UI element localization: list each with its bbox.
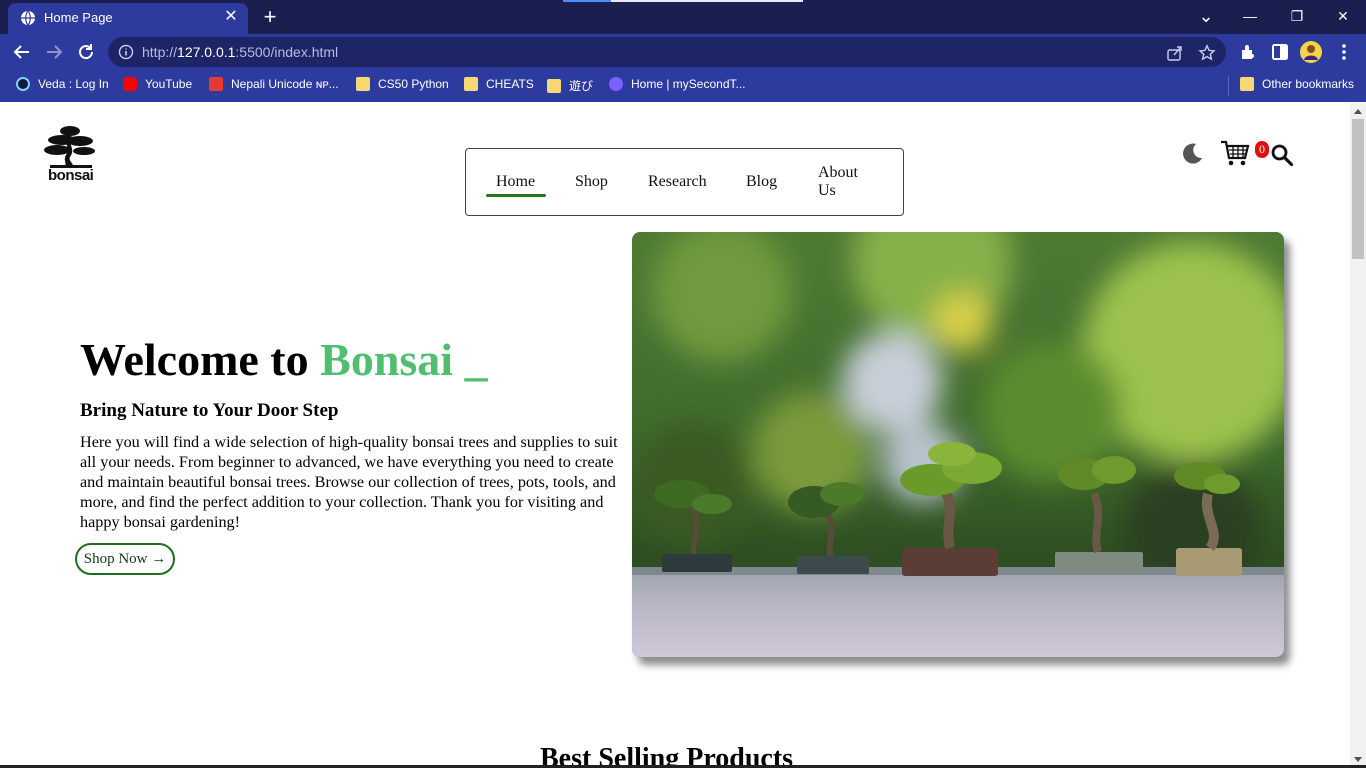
page-scrollbar[interactable] — [1350, 103, 1366, 768]
side-panel-icon[interactable] — [1270, 42, 1290, 62]
nav-blog[interactable]: Blog — [746, 173, 777, 191]
bookmark-youtube[interactable]: YouTube — [123, 77, 192, 95]
nav-home[interactable]: Home — [496, 173, 535, 191]
site-icon — [609, 77, 623, 91]
url-text[interactable]: http://127.0.0.1:5500/index.html — [142, 44, 338, 60]
bonsai-photo — [632, 232, 1284, 657]
folder-icon — [547, 79, 561, 93]
bonsai-tree-icon — [44, 126, 95, 168]
nav-shop[interactable]: Shop — [575, 173, 608, 191]
bookmark-nepali-unicode[interactable]: Nepali Unicode ɴᴘ... — [209, 77, 339, 95]
nav-about-us[interactable]: About Us — [818, 164, 866, 200]
cart-count-badge: 0 — [1255, 141, 1269, 158]
tab-loading-bar — [563, 0, 803, 2]
kebab-menu-icon[interactable] — [1334, 42, 1354, 62]
scroll-up-arrow-icon[interactable] — [1354, 109, 1362, 114]
hero-description: Here you will find a wide selection of h… — [80, 433, 618, 531]
forward-arrow-icon[interactable] — [42, 40, 66, 64]
other-bookmarks[interactable]: Other bookmarks — [1240, 77, 1354, 95]
nepali-unicode-icon — [209, 77, 223, 91]
tab-title: Home Page — [44, 10, 113, 25]
scroll-down-arrow-icon[interactable] — [1354, 757, 1362, 762]
bookmark-cheats[interactable]: CHEATS — [464, 77, 534, 95]
tab-strip: Home Page ✕ + ⌄ — ❐ ✕ — [0, 0, 1366, 34]
cart-icon[interactable] — [1220, 139, 1250, 167]
main-navigation: Home Shop Research Blog About Us — [465, 148, 904, 216]
bookmark-asobi[interactable]: 遊び — [547, 77, 593, 95]
bookmark-mysecond[interactable]: Home | mySecondT... — [609, 77, 746, 95]
web-page: bonsai Home Shop Research Blog About Us … — [0, 103, 1350, 768]
address-bar[interactable]: http://127.0.0.1:5500/index.html — [108, 37, 1226, 67]
hero-bonsai-image — [632, 232, 1284, 657]
hero-subtitle: Bring Nature to Your Door Step — [80, 400, 339, 421]
tab-search-icon[interactable]: ⌄ — [1192, 4, 1220, 28]
bookmark-star-icon[interactable] — [1198, 44, 1216, 62]
browser-tab[interactable]: Home Page ✕ — [8, 3, 248, 34]
hero-title-accent: Bonsai _ — [320, 334, 488, 385]
scrollbar-thumb[interactable] — [1352, 119, 1364, 259]
search-icon[interactable] — [1270, 143, 1294, 167]
avatar-icon — [1304, 45, 1318, 60]
tab-close-icon[interactable]: ✕ — [222, 8, 240, 26]
share-icon[interactable] — [1166, 44, 1184, 62]
reload-icon[interactable] — [74, 40, 98, 64]
site-info-icon[interactable] — [118, 44, 134, 60]
bookmark-veda[interactable]: Veda : Log In — [16, 77, 109, 95]
folder-icon — [356, 77, 370, 91]
moon-icon[interactable] — [1180, 141, 1204, 165]
restore-button[interactable]: ❐ — [1283, 4, 1311, 28]
bookmarks-bar: Veda : Log In YouTube Nepali Unicode ɴᴘ.… — [0, 70, 1366, 102]
extensions-icon[interactable] — [1238, 42, 1258, 62]
back-arrow-icon[interactable] — [10, 40, 34, 64]
hero-title: Welcome to Bonsai _ — [80, 334, 488, 385]
minimize-button[interactable]: — — [1236, 4, 1264, 28]
youtube-icon — [123, 77, 137, 91]
folder-icon — [1240, 77, 1254, 91]
nav-research[interactable]: Research — [648, 173, 707, 191]
active-nav-indicator — [486, 194, 546, 197]
veda-icon — [16, 77, 30, 91]
globe-icon — [21, 10, 35, 26]
browser-toolbar: http://127.0.0.1:5500/index.html — [0, 34, 1366, 70]
logo-text: bonsai — [48, 167, 94, 184]
profile-avatar[interactable] — [1300, 41, 1322, 63]
folder-icon — [464, 77, 478, 91]
new-tab-button[interactable]: + — [258, 4, 282, 30]
bonsai-logo[interactable]: bonsai — [40, 123, 102, 185]
close-window-button[interactable]: ✕ — [1329, 4, 1357, 28]
bookmarks-divider — [1228, 76, 1229, 96]
shop-now-button[interactable]: Shop Now → — [75, 543, 175, 575]
bookmark-cs50-python[interactable]: CS50 Python — [356, 77, 449, 95]
